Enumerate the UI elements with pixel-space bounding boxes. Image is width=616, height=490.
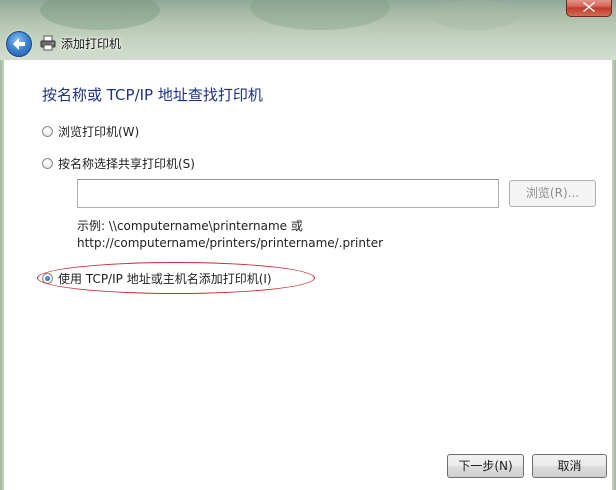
radio-select-shared-printer[interactable]: [42, 158, 53, 169]
example-hint: 示例: \\computername\printername 或 http://…: [77, 218, 383, 252]
dialog-content: 按名称或 TCP/IP 地址查找打印机 浏览打印机(W) 按名称选择共享打印机(…: [4, 60, 612, 486]
example-line-1: 示例: \\computername\printername 或: [77, 219, 303, 233]
title-bar: 添加打印机: [0, 0, 616, 60]
option-select-shared-printer[interactable]: 按名称选择共享打印机(S): [42, 155, 195, 172]
window-frame-right: [612, 60, 616, 490]
example-line-2: http://computername/printers/printername…: [77, 236, 384, 250]
printer-icon: [40, 35, 56, 51]
close-button[interactable]: [566, 0, 612, 17]
radio-browse-printer[interactable]: [42, 126, 53, 137]
background-blob: [430, 0, 520, 30]
highlight-annotation-ellipse: [37, 262, 315, 294]
close-icon: [583, 2, 595, 12]
next-button[interactable]: 下一步(N): [447, 454, 524, 478]
browse-button[interactable]: 浏览(R)...: [509, 180, 596, 207]
cancel-button[interactable]: 取消: [532, 454, 607, 478]
background-blob: [40, 0, 160, 30]
option-label: 按名称选择共享打印机(S): [58, 157, 195, 171]
back-button[interactable]: [6, 31, 32, 57]
background-blob: [250, 0, 390, 30]
option-label: 浏览打印机(W): [58, 125, 140, 139]
back-arrow-icon: [13, 38, 25, 50]
option-browse-printer[interactable]: 浏览打印机(W): [42, 123, 139, 140]
shared-printer-name-input[interactable]: [77, 179, 499, 208]
page-title: 按名称或 TCP/IP 地址查找打印机: [42, 86, 263, 104]
window-title: 添加打印机: [61, 37, 122, 51]
